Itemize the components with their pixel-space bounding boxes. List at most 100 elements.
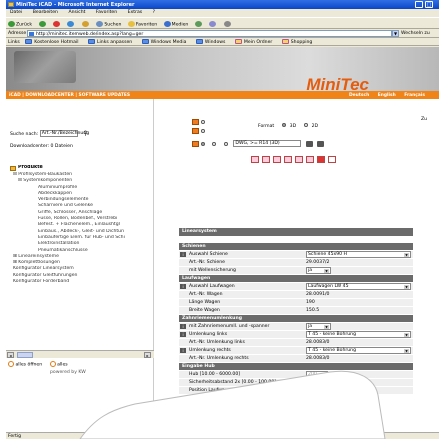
menu-ansicht[interactable]: Ansicht [68, 10, 85, 15]
download-icon[interactable] [305, 140, 313, 147]
link-anpassen[interactable]: Links anpassen [87, 39, 136, 45]
field-select[interactable]: T 45 - keine Bohrung ▼ [306, 331, 411, 338]
address-dropdown-button[interactable]: ▼ [392, 30, 399, 37]
chevron-down-icon[interactable]: ▼ [324, 325, 329, 329]
cad-icon[interactable] [251, 156, 259, 163]
lang-francais[interactable]: Français [404, 93, 425, 98]
mail-button[interactable] [209, 21, 217, 28]
view-option-1[interactable] [192, 119, 205, 126]
search-input[interactable]: Art.-Nr./Bezeichnung [39, 130, 89, 137]
favorites-button[interactable]: Favoriten [127, 21, 157, 28]
history-button[interactable] [194, 21, 203, 28]
cad-icon[interactable] [262, 156, 270, 163]
horizontal-scrollbar[interactable]: ◂ ▸ [6, 350, 154, 358]
cad-icon[interactable] [306, 156, 314, 163]
close-all-button[interactable]: alles [49, 361, 68, 368]
product-search: Suche nach: Art.-Nr./Bezeichnung ⚲ [10, 130, 89, 137]
field-select[interactable]: Laufwagen LW 45 ▼ [306, 283, 411, 290]
forward-button[interactable] [38, 21, 47, 28]
search-button[interactable]: Suchen [96, 21, 121, 28]
chevron-down-icon[interactable]: ▼ [404, 333, 409, 337]
format-2d-radio[interactable] [303, 123, 308, 127]
field-select[interactable]: T 45 - keine Bohrung ▼ [306, 347, 411, 354]
field-input[interactable]: 100 [306, 387, 328, 394]
cad-icon[interactable] [317, 156, 325, 163]
chevron-down-icon[interactable]: ▼ [324, 269, 329, 273]
stop-button[interactable] [52, 21, 61, 28]
chevron-down-icon[interactable]: ▼ [404, 285, 409, 289]
field-value: 150.5 [306, 308, 320, 313]
media-button[interactable]: Medien [163, 21, 188, 28]
maximize-button[interactable]: □ [425, 1, 433, 8]
refresh-button[interactable] [67, 21, 75, 28]
cad-icon[interactable] [328, 156, 336, 163]
menu-datei[interactable]: Datei [10, 10, 22, 15]
scroll-left-arrow[interactable]: ◂ [7, 352, 14, 358]
address-input[interactable]: http://minitec.itemweb.de/index.asp?lang… [27, 30, 392, 37]
open-all-button[interactable]: alles öffnen [8, 361, 42, 368]
link-mein-ordner[interactable]: Mein Ordner [234, 39, 276, 45]
browser-window: MiniTec iCAD - Microsoft Internet Explor… [6, 0, 439, 439]
chevron-down-icon[interactable]: ▼ [404, 253, 409, 257]
circle-icon [8, 361, 14, 367]
go-button[interactable]: Wechseln zu [401, 31, 430, 36]
box-view-icon [192, 119, 199, 125]
format-3d-radio[interactable] [281, 123, 286, 127]
field-select[interactable]: Schiene 45x90 H ▼ [306, 251, 411, 258]
select-value: Schiene 45x90 H [308, 252, 347, 257]
scroll-thumb[interactable] [17, 352, 33, 358]
field-value: 190 [306, 300, 315, 305]
menu-help[interactable]: ? [153, 10, 155, 15]
home-button[interactable] [81, 21, 90, 28]
folder-icon [234, 39, 242, 44]
field-label: Auswahl Laufwagen [189, 284, 235, 289]
option-radio[interactable] [212, 141, 217, 146]
menu-extras[interactable]: Extras [128, 10, 143, 15]
info-icon[interactable]: i [180, 284, 186, 289]
field-label: Sicherheitsabstand 2x [0.00 - 100.00] [189, 380, 277, 385]
info-icon[interactable]: i [180, 252, 186, 257]
view-radio[interactable] [201, 120, 205, 124]
info-icon[interactable]: i [180, 348, 186, 353]
info-icon[interactable]: i [180, 332, 186, 337]
cad-export-tool: Format 3D 2D DWG, >= R14 (3D) [192, 115, 408, 187]
field-input[interactable]: 200 [306, 371, 328, 378]
lang-deutsch[interactable]: Deutsch [349, 93, 369, 98]
minimize-button[interactable]: _ [415, 1, 423, 8]
back-button[interactable]: Zurück [8, 21, 32, 28]
scroll-right-arrow[interactable]: ▸ [144, 352, 151, 358]
menu-bearbeiten[interactable]: Bearbeiten [33, 10, 58, 15]
site-nav-links[interactable]: iCAD | DOWNLOADCENTER | SOFTWARE UPDATES [9, 93, 130, 98]
link-icon [141, 39, 149, 44]
site-banner: MiniTec [6, 47, 439, 94]
view-radio[interactable] [201, 141, 205, 146]
menu-favoriten[interactable]: Favoriten [96, 10, 117, 15]
link-shopping[interactable]: Shopping [281, 39, 317, 45]
chevron-down-icon[interactable]: ▼ [404, 349, 409, 353]
link-hotmail[interactable]: Kostenlose Hotmail [25, 39, 82, 45]
cad-icon[interactable] [295, 156, 303, 163]
status-text: Fertig [8, 434, 22, 439]
link-windows-media[interactable]: Windows Media [141, 39, 191, 45]
page-content: MiniTec iCAD | DOWNLOADCENTER | SOFTWARE… [6, 47, 439, 432]
field-input[interactable]: 20 [306, 379, 328, 386]
option-radio[interactable] [223, 141, 228, 146]
binoculars-icon[interactable]: ⚲ [83, 130, 87, 137]
field-select[interactable]: ja ▼ [306, 267, 331, 274]
cad-view-icon[interactable] [317, 140, 325, 147]
field-select[interactable]: ja ▼ [306, 323, 331, 330]
view-radio[interactable] [201, 129, 205, 133]
form-row: Art.-Nr. Umlenkung rechts 28.0083/0 [179, 355, 413, 362]
print-button[interactable] [223, 21, 232, 28]
info-icon[interactable]: i [180, 324, 186, 329]
dwg-format-select[interactable]: DWG, >= R14 (3D) [233, 140, 302, 147]
form-row: Art.-Nr. Umlenkung links 28.0083/0 [179, 339, 413, 346]
cad-icon[interactable] [273, 156, 281, 163]
page-icon [29, 32, 34, 36]
link-windows[interactable]: Windows [195, 39, 230, 45]
cad-icon[interactable] [284, 156, 292, 163]
tree-node[interactable]: Konfigurator Förderband [10, 279, 156, 285]
view-option-2[interactable] [192, 128, 205, 135]
tree-header-produkte[interactable]: Produkte [10, 165, 156, 172]
lang-english[interactable]: English [378, 93, 396, 98]
